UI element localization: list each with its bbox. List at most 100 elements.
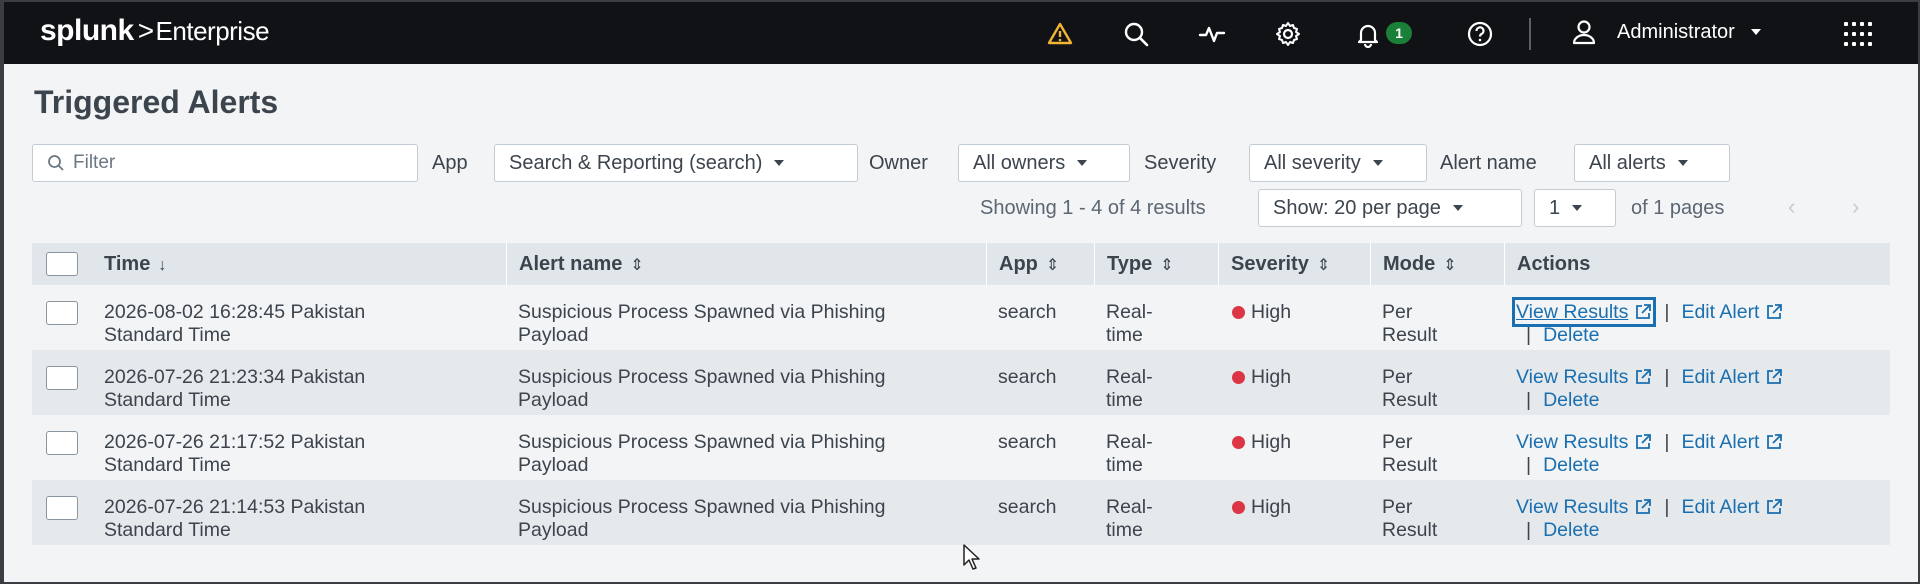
results-count: Showing 1 - 4 of 4 results: [980, 197, 1206, 219]
external-link-icon: [1767, 434, 1783, 449]
row-checkbox[interactable]: [46, 496, 78, 520]
notification-count-badge: 1: [1386, 22, 1412, 44]
sort-icon: ⇕: [1160, 257, 1174, 274]
column-type[interactable]: Type ⇕: [1094, 243, 1218, 285]
user-menu[interactable]: Administrator: [1569, 16, 1761, 48]
sort-icon: ⇕: [1316, 257, 1331, 274]
cell-time-line1: 2026-07-26 21:17:52 Pakistan: [104, 431, 366, 453]
cell-view-results: View Results: [1516, 431, 1629, 453]
cell-time-line2: Standard Time: [104, 324, 231, 346]
edit-alert-link[interactable]: Edit Alert: [1681, 431, 1783, 453]
cell-severity: High: [1251, 301, 1292, 323]
total-pages: of 1 pages: [1631, 197, 1725, 219]
gear-icon[interactable]: [1272, 18, 1304, 50]
cell-severity: High: [1251, 431, 1292, 453]
sort-icon: ⇕: [1045, 257, 1060, 274]
cell-delete: Delete: [1543, 454, 1600, 476]
cell-delete: Delete: [1543, 519, 1600, 541]
column-app[interactable]: App ⇕: [986, 243, 1094, 285]
row-checkbox[interactable]: [46, 301, 78, 325]
cell-delete: Delete: [1543, 389, 1600, 411]
owner-label: Owner: [869, 152, 928, 174]
mouse-cursor-icon: [963, 544, 980, 570]
cell-edit-alert: Edit Alert: [1681, 366, 1760, 388]
splunk-logo[interactable]: splunk >Enterprise: [40, 14, 270, 48]
owner-dropdown[interactable]: All owners: [958, 144, 1130, 182]
alert-name: Suspicious Process Spawned via Phishing P…: [518, 366, 885, 412]
row-checkbox[interactable]: [46, 366, 78, 390]
cell-severity: High: [1251, 366, 1292, 388]
search-icon[interactable]: [1120, 18, 1152, 50]
edit-alert-link[interactable]: Edit Alert: [1681, 301, 1783, 323]
severity-dot-icon: [1232, 306, 1245, 319]
sort-desc-icon: ↓: [158, 257, 167, 274]
cell-edit-alert: Edit Alert: [1681, 496, 1760, 518]
cell-type-line1: Real-: [1106, 366, 1153, 388]
search-icon: [48, 155, 64, 171]
activity-icon[interactable]: [1196, 18, 1228, 50]
alert-mode: Per Result: [1382, 496, 1437, 542]
row-checkbox[interactable]: [46, 431, 78, 455]
delete-link[interactable]: Delete: [1543, 454, 1599, 476]
view-results-link[interactable]: View Results: [1516, 366, 1652, 388]
cell-app: search: [998, 496, 1057, 518]
warning-icon[interactable]: [1044, 18, 1076, 50]
sort-icon: ⇕: [1443, 257, 1457, 274]
alert-mode: Per Result: [1382, 431, 1437, 477]
alert-type: Real-time: [1106, 366, 1153, 412]
help-icon[interactable]: [1464, 18, 1496, 50]
cell-app: search: [998, 301, 1057, 323]
filter-input[interactable]: Filter: [32, 144, 418, 182]
chevron-down-icon: [1452, 205, 1463, 211]
prev-page-button[interactable]: ‹: [1788, 194, 1795, 220]
cell-alert-line2: Payload: [518, 324, 589, 346]
app-label: App: [432, 152, 468, 174]
column-time[interactable]: Time ↓: [92, 243, 502, 285]
severity-dot-icon: [1232, 436, 1245, 449]
column-severity[interactable]: Severity ⇕: [1218, 243, 1370, 285]
column-mode[interactable]: Mode ⇕: [1370, 243, 1504, 285]
alert-actions: View Results | Edit Alert | Delete: [1516, 366, 1886, 412]
alerts-table: Time ↓ Alert name ⇕ App ⇕ Type ⇕ Severity ⇕ M…: [32, 243, 1890, 545]
view-results-link[interactable]: View Results: [1511, 297, 1657, 327]
cell-severity: High: [1251, 496, 1292, 518]
alert-app: search: [998, 301, 1057, 324]
cell-alert-line2: Payload: [518, 519, 589, 541]
alert-name-label: Alert name: [1440, 152, 1537, 174]
alert-app: search: [998, 366, 1057, 389]
select-all-checkbox[interactable]: [46, 252, 78, 276]
filter-placeholder: Filter: [73, 152, 116, 173]
edit-alert-link[interactable]: Edit Alert: [1681, 496, 1783, 518]
cell-edit-alert: Edit Alert: [1681, 431, 1760, 453]
delete-link[interactable]: Delete: [1543, 324, 1599, 346]
cell-type-line2: time: [1106, 324, 1143, 346]
user-icon: [1572, 20, 1596, 45]
apps-grid-icon[interactable]: [1844, 22, 1874, 46]
view-results-link[interactable]: View Results: [1516, 431, 1652, 453]
alert-time: 2026-07-26 21:14:53 Pakistan Standard Tim…: [104, 496, 365, 542]
cell-type-line2: time: [1106, 454, 1143, 476]
severity-dropdown[interactable]: All severity: [1249, 144, 1427, 182]
cell-type-line1: Real-: [1106, 301, 1153, 323]
page-title: Triggered Alerts: [34, 84, 279, 120]
cell-mode-line2: Result: [1382, 389, 1438, 411]
delete-link[interactable]: Delete: [1543, 389, 1599, 411]
app-dropdown[interactable]: Search & Reporting (search): [494, 144, 858, 182]
table-row: 2026-07-26 21:17:52 Pakistan Standard Tim…: [32, 415, 1890, 480]
column-alert-name[interactable]: Alert name ⇕: [506, 243, 986, 285]
bell-icon[interactable]: [1352, 18, 1384, 50]
external-link-icon: [1636, 499, 1652, 514]
cell-app: search: [998, 366, 1057, 388]
next-page-button[interactable]: ›: [1852, 194, 1859, 220]
cell-view-results: View Results: [1516, 496, 1629, 518]
per-page-dropdown[interactable]: Show: 20 per page: [1258, 189, 1522, 227]
cell-type-line2: time: [1106, 519, 1143, 541]
delete-link[interactable]: Delete: [1543, 519, 1599, 541]
cell-mode-line1: Per: [1382, 366, 1413, 388]
external-link-icon: [1636, 304, 1652, 319]
edit-alert-link[interactable]: Edit Alert: [1681, 366, 1783, 388]
view-results-link[interactable]: View Results: [1516, 496, 1652, 518]
page-select[interactable]: 1: [1534, 189, 1616, 227]
alert-name-dropdown[interactable]: All alerts: [1574, 144, 1730, 182]
cell-mode-line2: Result: [1382, 454, 1438, 476]
